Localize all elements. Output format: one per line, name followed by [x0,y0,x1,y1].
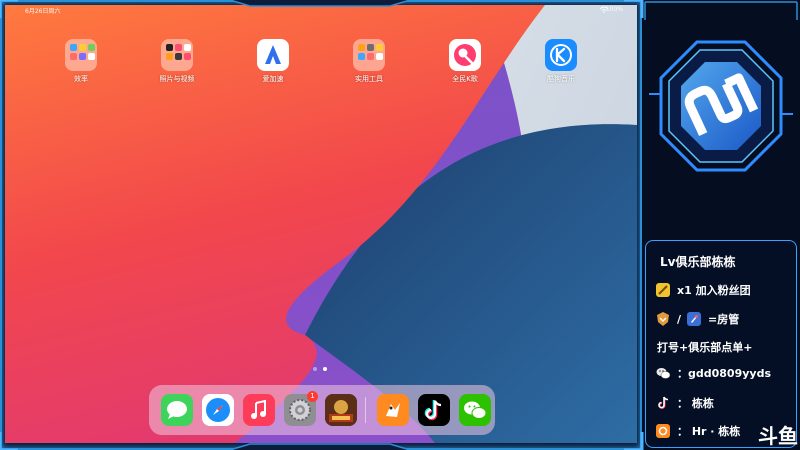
dock-divider [365,397,366,423]
folder-photo-video[interactable]: 照片与视频 [149,39,205,89]
music-icon[interactable] [243,394,275,426]
douyin-contact-line: ： 栋栋 [655,394,714,412]
kuaishou-game-icon[interactable] [377,394,409,426]
messages-icon[interactable] [161,394,193,426]
app-badge-icon [656,424,670,438]
kugou-icon [545,39,577,71]
dock: 1 [149,385,495,435]
shield-badge-icon [657,312,669,326]
app-kugou[interactable]: 酷狗音乐 [533,39,589,89]
battery-level: 100% [605,6,623,13]
tiktok-icon [658,396,669,409]
club-title: Lv俱乐部栋栋 [660,254,736,269]
wechat-contact-line: ：gdd0809yyds [655,364,771,382]
fan-badge-icon [656,283,670,297]
app-quanmin-k[interactable]: 全民K歌 [437,39,493,89]
ipad-home-screen: 6月26日周六 100% 效率 照片与视频 爱加速 实用工具 全民K歌 酷狗音乐… [5,5,637,443]
status-date: 6月26日周六 [25,8,61,15]
aijiasu-icon [257,39,289,71]
safari-icon[interactable] [202,394,234,426]
wechat-icon [656,368,671,379]
rocket-icon [687,312,702,326]
page-dot [313,367,317,371]
page-indicator[interactable] [313,367,333,373]
folder-icon [353,39,385,71]
quanmin-k-icon [449,39,481,71]
folder-icon [161,39,193,71]
wechat-icon[interactable] [459,394,491,426]
fan-club-line: x1 加入粉丝团 [655,281,751,299]
douyu-watermark: 斗鱼 [758,424,798,448]
settings-notification-badge: 1 [307,391,318,402]
game-icon[interactable] [325,394,357,426]
app-aijiasu[interactable]: 爱加速 [245,39,301,89]
status-bar: 6月26日周六 100% [5,5,637,17]
club-logo [649,40,793,172]
hr-contact-line: ： Hr · 栋栋 [655,422,740,440]
page-dot-active [323,367,327,371]
room-admin-line: / =房管 [655,310,739,328]
folder-utilities[interactable]: 实用工具 [341,39,397,89]
tiktok-icon[interactable] [418,394,450,426]
order-line: 打号+俱乐部点单+ [657,341,753,354]
stream-layout: 6月26日周六 100% 效率 照片与视频 爱加速 实用工具 全民K歌 酷狗音乐… [0,0,800,450]
folder-efficiency[interactable]: 效率 [53,39,109,89]
folder-icon [65,39,97,71]
